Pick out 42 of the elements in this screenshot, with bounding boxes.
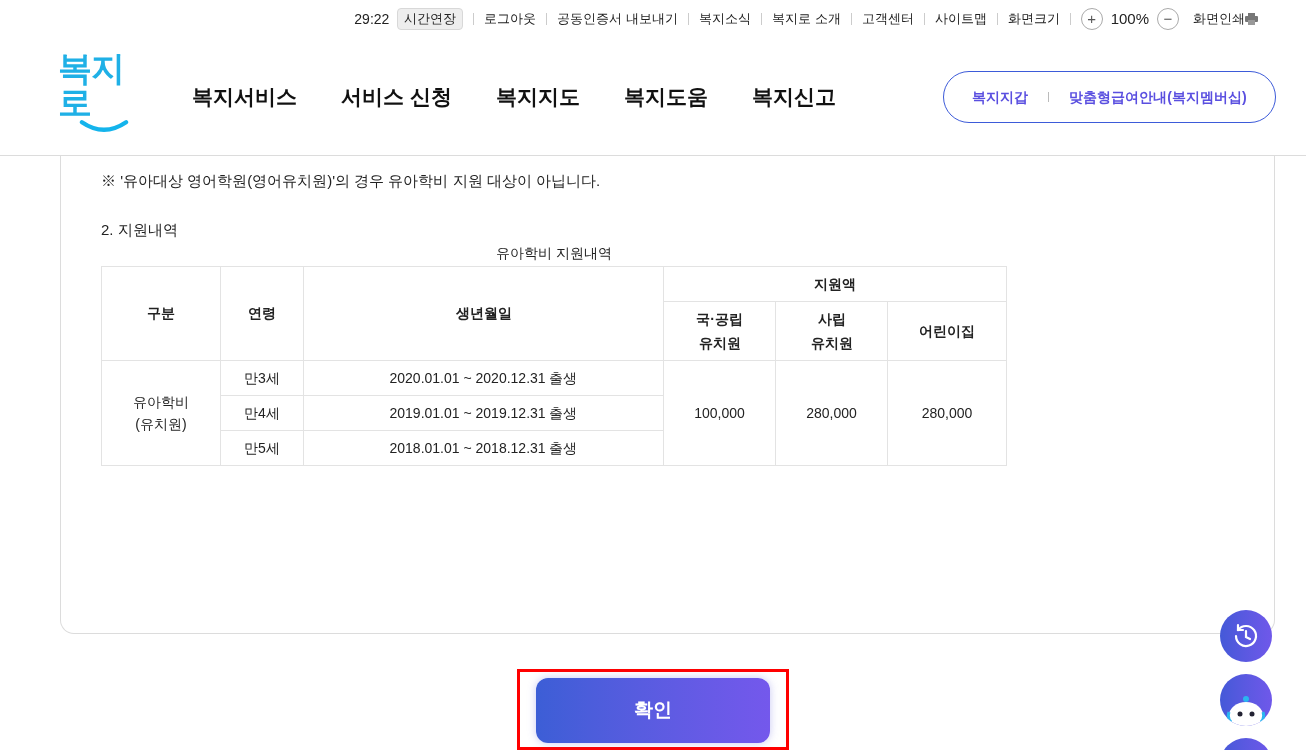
table-cell: 유아학비 (유치원) [101,360,221,466]
utility-link[interactable]: 화면크기 [1007,9,1060,29]
printer-icon [1245,13,1258,25]
table-cell: 만5세 [220,430,304,466]
confirm-button[interactable]: 확인 [536,678,770,743]
table-cell: 만4세 [220,395,304,431]
quick-link[interactable]: 맞춤형급여안내(복지멤버십) [1069,86,1247,108]
section-title: 2. 지원내역 [101,219,179,240]
zoom-level: 100% [1110,8,1149,29]
history-icon [1232,622,1260,650]
chatbot-button[interactable] [1220,674,1272,726]
extend-time-button[interactable]: 시간연장 [397,8,464,30]
table-cell: 280,000 [887,360,1007,466]
table-header: 국·공립 유치원 [663,301,776,361]
utility-link[interactable]: 복지소식 [699,9,751,29]
mascot-icon [1226,694,1266,726]
note-text: ※ '유아대상 영어학원(영어유치원)'의 경우 유아학비 지원 대상이 아닙니다. [101,171,602,191]
table-header: 연령 [220,266,304,361]
table-cell: 280,000 [775,360,888,466]
nav-menu-item[interactable]: 복지신고 [751,81,836,113]
quick-link[interactable]: 복지지갑 [972,86,1029,108]
utility-link[interactable]: 공동인증서 내보내기 [557,9,678,29]
utility-link[interactable]: 로그아웃 [484,9,537,29]
recent-history-button[interactable] [1220,610,1272,662]
nav-menu-item[interactable]: 복지서비스 [192,81,297,113]
utility-link[interactable]: 복지로 소개 [772,9,841,29]
table-header: 생년월일 [303,266,664,361]
table-header: 사립 유치원 [775,301,888,361]
table-header: 어린이집 [887,301,1007,361]
table-cell: 100,000 [663,360,776,466]
table-cell: 만3세 [220,360,304,396]
utility-link[interactable]: 사이트맵 [934,9,987,29]
nav-menu-item[interactable]: 복지도움 [623,81,708,113]
nav-menu-item[interactable]: 복지지도 [495,81,580,113]
session-timer: 29:22 [354,9,390,29]
table-cell: 2020.01.01 ~ 2020.12.31 출생 [303,360,664,396]
nav-menu-item[interactable]: 서비스 신청 [341,81,452,113]
table-header: 구분 [101,266,221,361]
table-caption: 유아학비 지원내역 [495,244,613,263]
print-button[interactable]: 화면인쇄 [1193,9,1258,29]
table-header: 지원액 [663,266,1007,302]
utility-link[interactable]: 고객센터 [861,9,914,29]
